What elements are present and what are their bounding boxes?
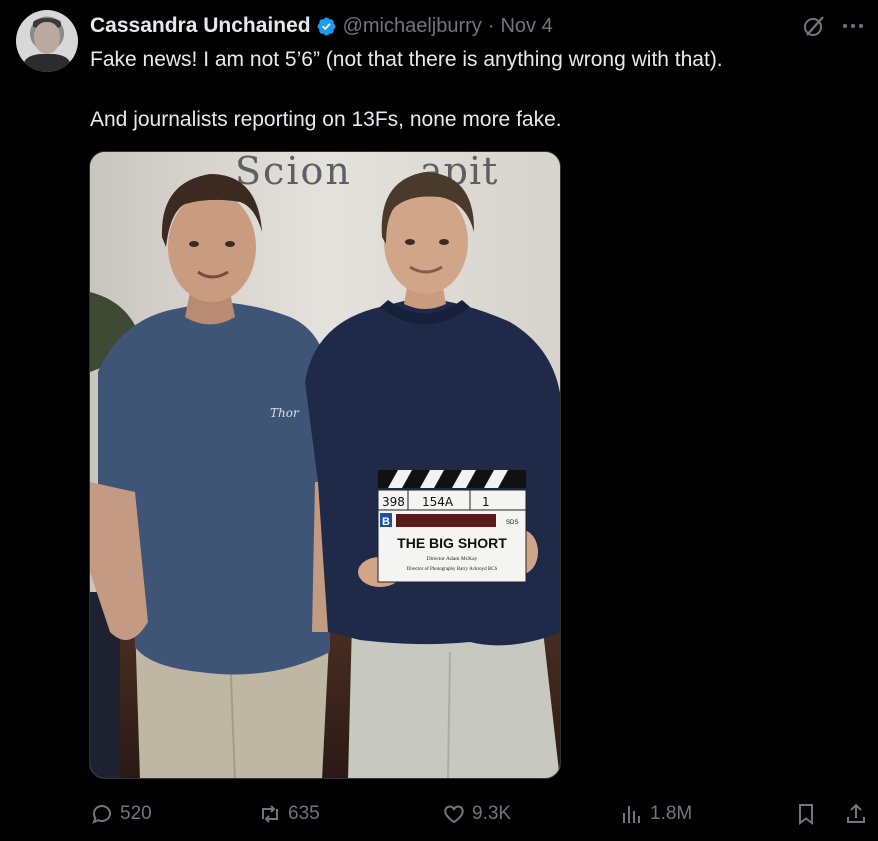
reply-count: 520 (120, 803, 152, 824)
views-icon (623, 806, 640, 823)
separator-dot: · (487, 14, 495, 37)
clapper-take: 1 (482, 495, 490, 509)
views-count: 1.8M (650, 803, 693, 824)
author-display-name[interactable]: Cassandra Unchained (90, 14, 311, 38)
clapper-scene: 154A (422, 495, 454, 509)
clapper-director: Director Adam McKay (427, 556, 478, 562)
like-button[interactable]: 9.3K (442, 798, 511, 830)
wall-sign-text: Scion (235, 152, 352, 193)
tweet-paragraph-2: And journalists reporting on 13Fs, none … (90, 108, 562, 131)
like-count: 9.3K (472, 803, 512, 824)
avatar-shirt (24, 54, 70, 72)
clapper-title: THE BIG SHORT (397, 535, 507, 551)
avatar-face (34, 22, 60, 54)
tweet-header: Cassandra Unchained @michaeljburry · Nov… (90, 12, 553, 40)
tweet-date[interactable]: Nov 4 (500, 15, 552, 38)
shirt-logo-text: Thor (270, 406, 300, 420)
photo-illustration: Scion apit Thor 398 154A 1 B SDS THE BIG… (90, 152, 560, 778)
clapper-tag: SDS (506, 520, 518, 526)
verified-badge-icon[interactable] (316, 16, 337, 37)
author-handle[interactable]: @michaeljburry (343, 15, 482, 38)
clapper-dp: Director of Photography Barry Ackroyd BC… (407, 567, 498, 572)
bookmark-button[interactable] (794, 798, 818, 830)
reply-button[interactable]: 520 (90, 798, 152, 830)
reply-icon (92, 805, 111, 824)
tweet-photo[interactable]: Scion apit Thor 398 154A 1 B SDS THE BIG… (89, 151, 561, 779)
repost-button[interactable]: 635 (258, 798, 320, 830)
views-button[interactable]: 1.8M (620, 798, 692, 830)
clapperboard: 398 154A 1 B SDS THE BIG SHORT Director … (377, 470, 527, 583)
more-icon[interactable] (840, 14, 866, 38)
share-button[interactable] (844, 798, 868, 830)
tweet-text: Fake news! I am not 5’6” (not that there… (90, 45, 850, 135)
grok-icon[interactable] (802, 14, 826, 38)
tweet-action-bar: 520 635 9.3K 1.8M (88, 798, 872, 830)
repost-icon (262, 805, 278, 823)
author-avatar[interactable] (16, 10, 78, 72)
clapper-roll: 398 (382, 495, 405, 509)
bookmark-icon (799, 804, 813, 825)
clapper-camera: B (382, 516, 390, 528)
heart-icon (444, 805, 464, 824)
share-icon (847, 803, 865, 823)
tweet-paragraph-1: Fake news! I am not 5’6” (not that there… (90, 48, 723, 71)
repost-count: 635 (288, 803, 320, 824)
